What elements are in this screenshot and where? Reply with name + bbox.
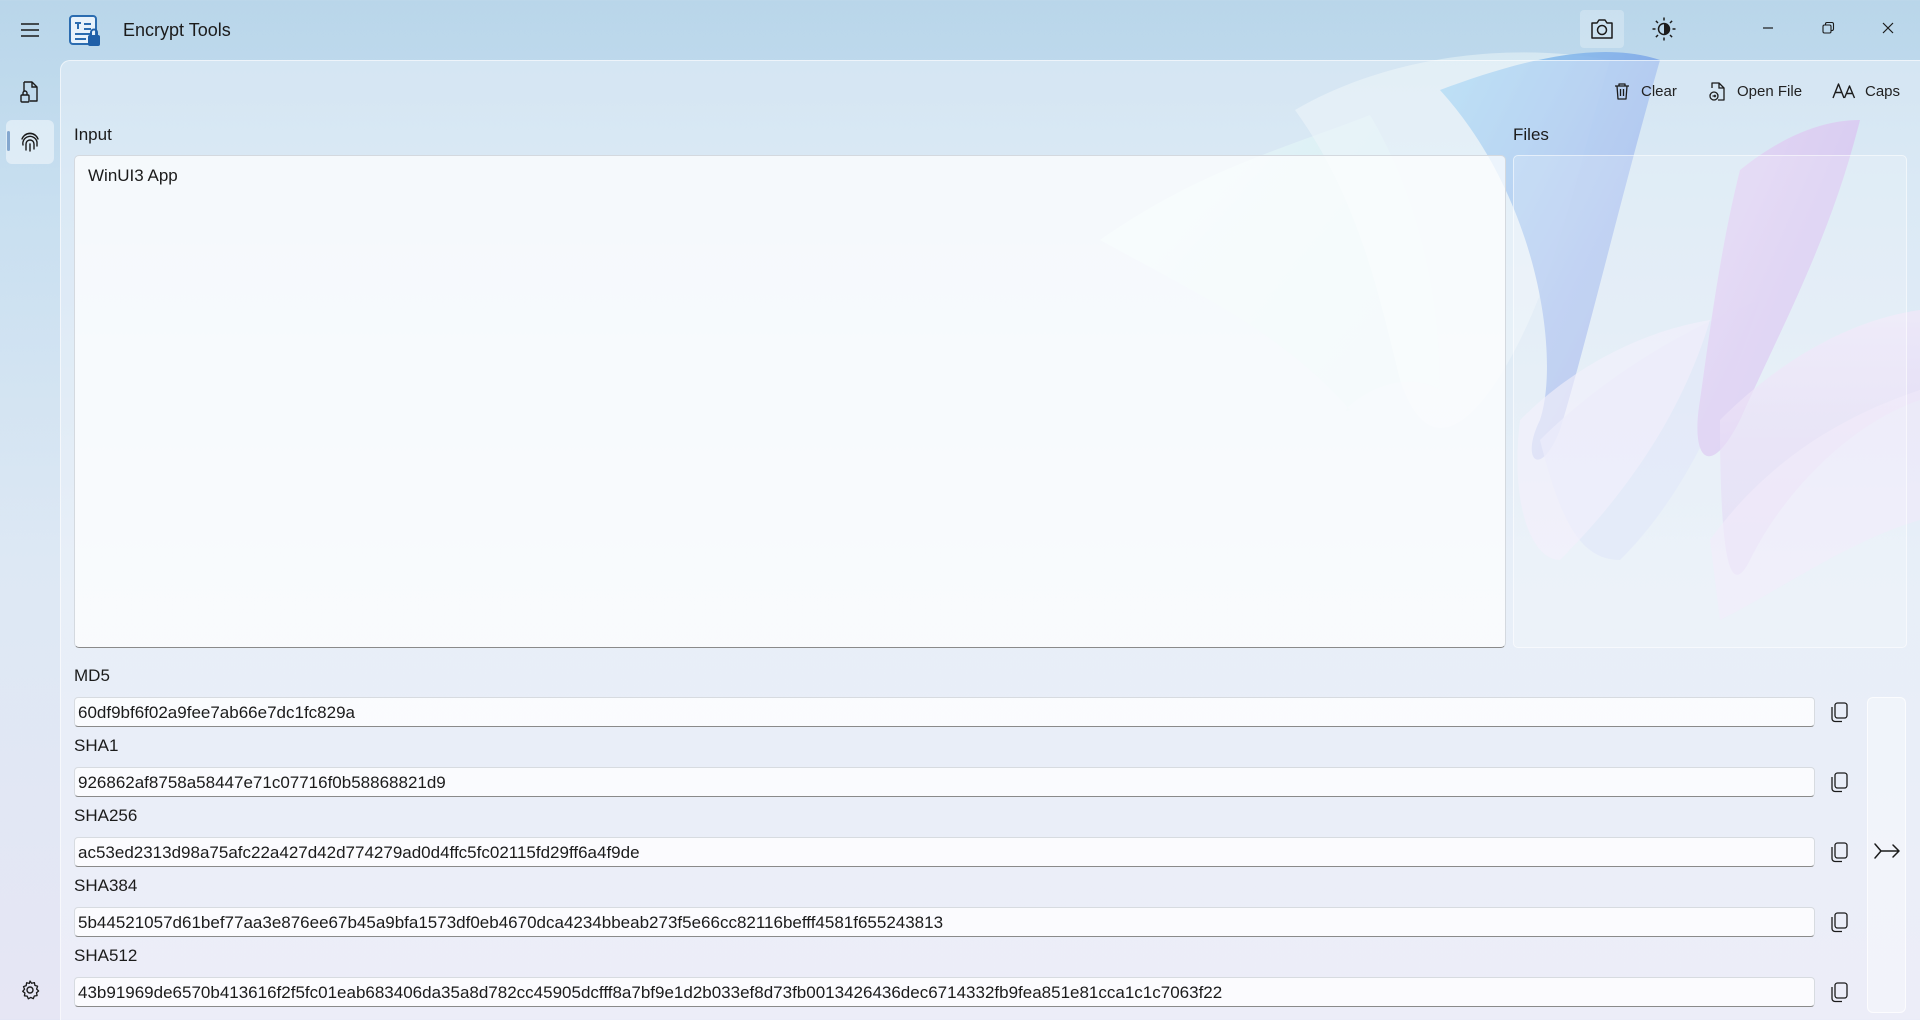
sha384-label: SHA384	[74, 876, 138, 895]
app-title: Encrypt Tools	[123, 20, 231, 40]
sha1-output-field[interactable]: 926862af8758a58447e71c07716f0b58868821d9	[74, 767, 1815, 797]
gear-icon	[22, 980, 40, 1000]
clear-button[interactable]: Clear	[1612, 74, 1677, 108]
open-file-label: Open File	[1737, 82, 1803, 100]
restore-button[interactable]	[1805, 8, 1851, 48]
copy-icon	[1831, 982, 1848, 1003]
hamburger-icon	[21, 23, 39, 37]
md5-output-field[interactable]: 60df9bf6f02a9fee7ab66e7dc1fc829a	[74, 697, 1815, 727]
caps-label: Caps	[1865, 82, 1901, 100]
close-button[interactable]	[1865, 8, 1911, 48]
copy-md5-button[interactable]	[1822, 696, 1856, 728]
app-logo-icon	[68, 14, 102, 48]
nav-item-file-encrypt[interactable]	[6, 70, 54, 114]
close-icon	[1882, 22, 1894, 34]
copy-icon	[1831, 912, 1848, 933]
copy-icon	[1831, 702, 1848, 723]
brightness-icon	[1652, 17, 1676, 41]
trash-icon	[1615, 83, 1629, 100]
fingerprint-icon	[21, 132, 39, 152]
sha1-label: SHA1	[74, 736, 119, 755]
hamburger-menu-button[interactable]	[10, 12, 50, 48]
input-value: WinUI3 App	[88, 166, 178, 185]
copy-sha384-button[interactable]	[1822, 906, 1856, 938]
convert-button[interactable]	[1868, 833, 1906, 869]
screenshot-button[interactable]	[1580, 10, 1624, 48]
nav-item-hash[interactable]	[6, 120, 54, 164]
arrow-merge-icon	[1874, 843, 1900, 859]
sha256-output-field[interactable]: ac53ed2313d98a75afc22a427d42d774279ad0d4…	[74, 837, 1815, 867]
title-bar: Encrypt Tools	[0, 0, 1920, 60]
copy-icon	[1831, 842, 1848, 863]
copy-sha1-button[interactable]	[1822, 766, 1856, 798]
sha512-output-field[interactable]: 43b91969de6570b413616f2f5fc01eab683406da…	[74, 977, 1815, 1007]
copy-icon	[1831, 772, 1848, 793]
camera-icon	[1591, 19, 1613, 39]
caps-button[interactable]: Caps	[1832, 74, 1900, 108]
copy-sha256-button[interactable]	[1822, 836, 1856, 868]
clear-label: Clear	[1641, 82, 1677, 100]
md5-label: MD5	[74, 666, 110, 685]
theme-toggle-button[interactable]	[1642, 10, 1686, 48]
files-drop-area[interactable]	[1513, 155, 1907, 648]
file-lock-icon	[20, 81, 38, 103]
nav-item-settings[interactable]	[6, 968, 54, 1012]
minimize-button[interactable]	[1745, 8, 1791, 48]
input-textarea[interactable]: WinUI3 App	[74, 155, 1506, 648]
open-file-icon	[1709, 82, 1725, 101]
minimize-icon	[1763, 27, 1773, 29]
open-file-button[interactable]: Open File	[1708, 74, 1802, 108]
font-size-icon	[1832, 83, 1856, 99]
restore-icon	[1822, 21, 1835, 34]
sha512-label: SHA512	[74, 946, 138, 965]
input-label: Input	[74, 125, 112, 144]
sha384-output-field[interactable]: 5b44521057d61bef77aa3e876ee67b45a9bfa157…	[74, 907, 1815, 937]
files-label: Files	[1513, 125, 1549, 144]
copy-sha512-button[interactable]	[1822, 976, 1856, 1008]
sha256-label: SHA256	[74, 806, 138, 825]
